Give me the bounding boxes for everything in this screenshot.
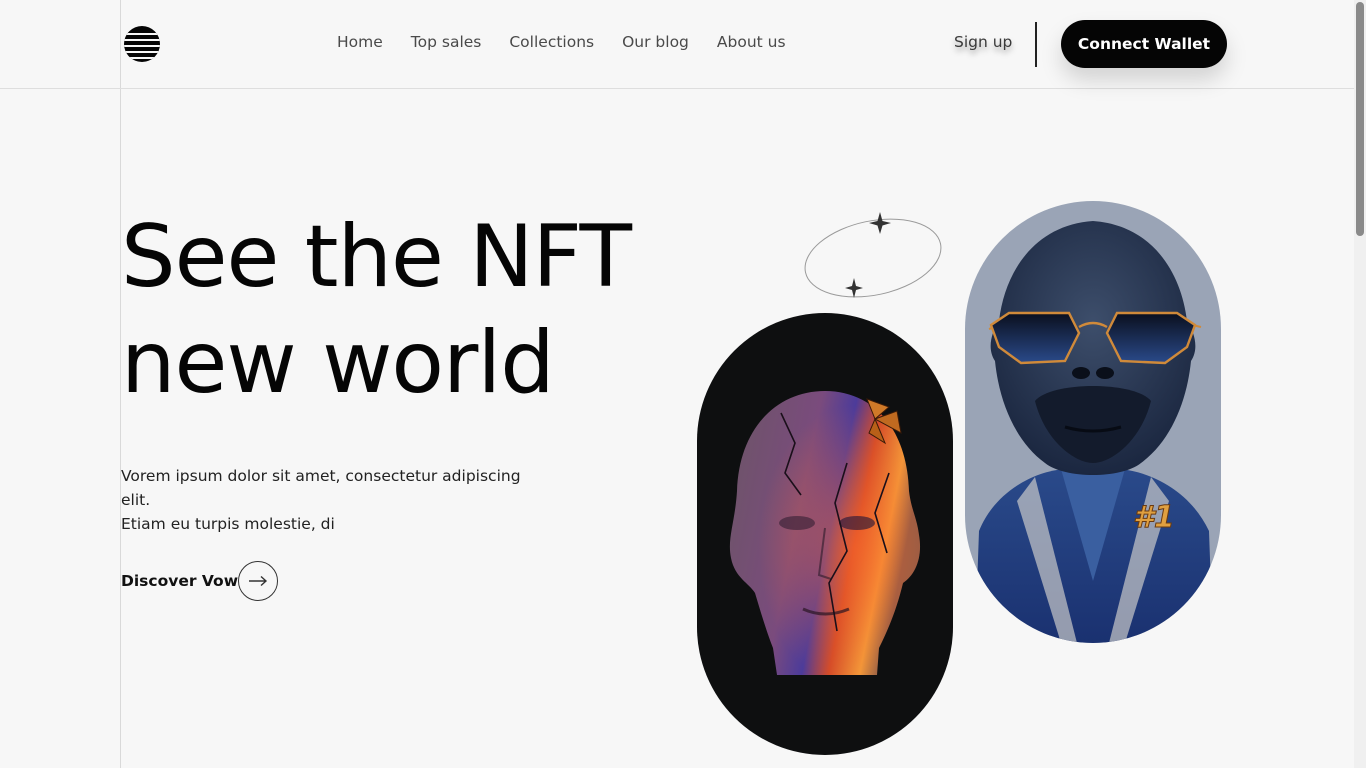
nav-top-sales[interactable]: Top sales [411, 33, 482, 51]
nav-collections[interactable]: Collections [509, 33, 594, 51]
head-sculpture-card[interactable] [697, 313, 953, 755]
scrollbar-thumb[interactable] [1356, 2, 1364, 236]
header-divider [1035, 22, 1037, 67]
site-header: Home Top sales Collections Our blog Abou… [0, 0, 1354, 89]
main-nav: Home Top sales Collections Our blog Abou… [337, 33, 786, 51]
discover-arrow-button[interactable] [238, 561, 278, 601]
gorilla-sunglasses-image: #1 [975, 221, 1213, 643]
discover-link[interactable]: Discover Vow [121, 572, 238, 590]
hero-description-line1: Vorem ipsum dolor sit amet, consectetur … [121, 467, 521, 509]
sign-up-link[interactable]: Sign up [954, 33, 1012, 51]
sparkle-orbit-icon [804, 212, 942, 298]
page-scrollbar[interactable] [1354, 0, 1366, 768]
connect-wallet-button[interactable]: Connect Wallet [1061, 20, 1227, 68]
cracked-head-sculpture-image [729, 391, 921, 675]
hero-title-line1: See the NFT [121, 207, 632, 307]
arrow-right-icon [249, 575, 268, 587]
nav-about-us[interactable]: About us [717, 33, 786, 51]
hero-description-line2: Etiam eu turpis molestie, di [121, 515, 335, 533]
hero-title: See the NFT new world [121, 204, 632, 416]
striped-globe-icon[interactable] [124, 26, 160, 62]
hero-title-line2: new world [121, 313, 555, 413]
gorilla-badge-text: #1 [1133, 500, 1175, 535]
nav-home[interactable]: Home [337, 33, 383, 51]
nav-our-blog[interactable]: Our blog [622, 33, 689, 51]
gorilla-card[interactable]: #1 [965, 201, 1221, 643]
hero-description: Vorem ipsum dolor sit amet, consectetur … [121, 464, 551, 536]
